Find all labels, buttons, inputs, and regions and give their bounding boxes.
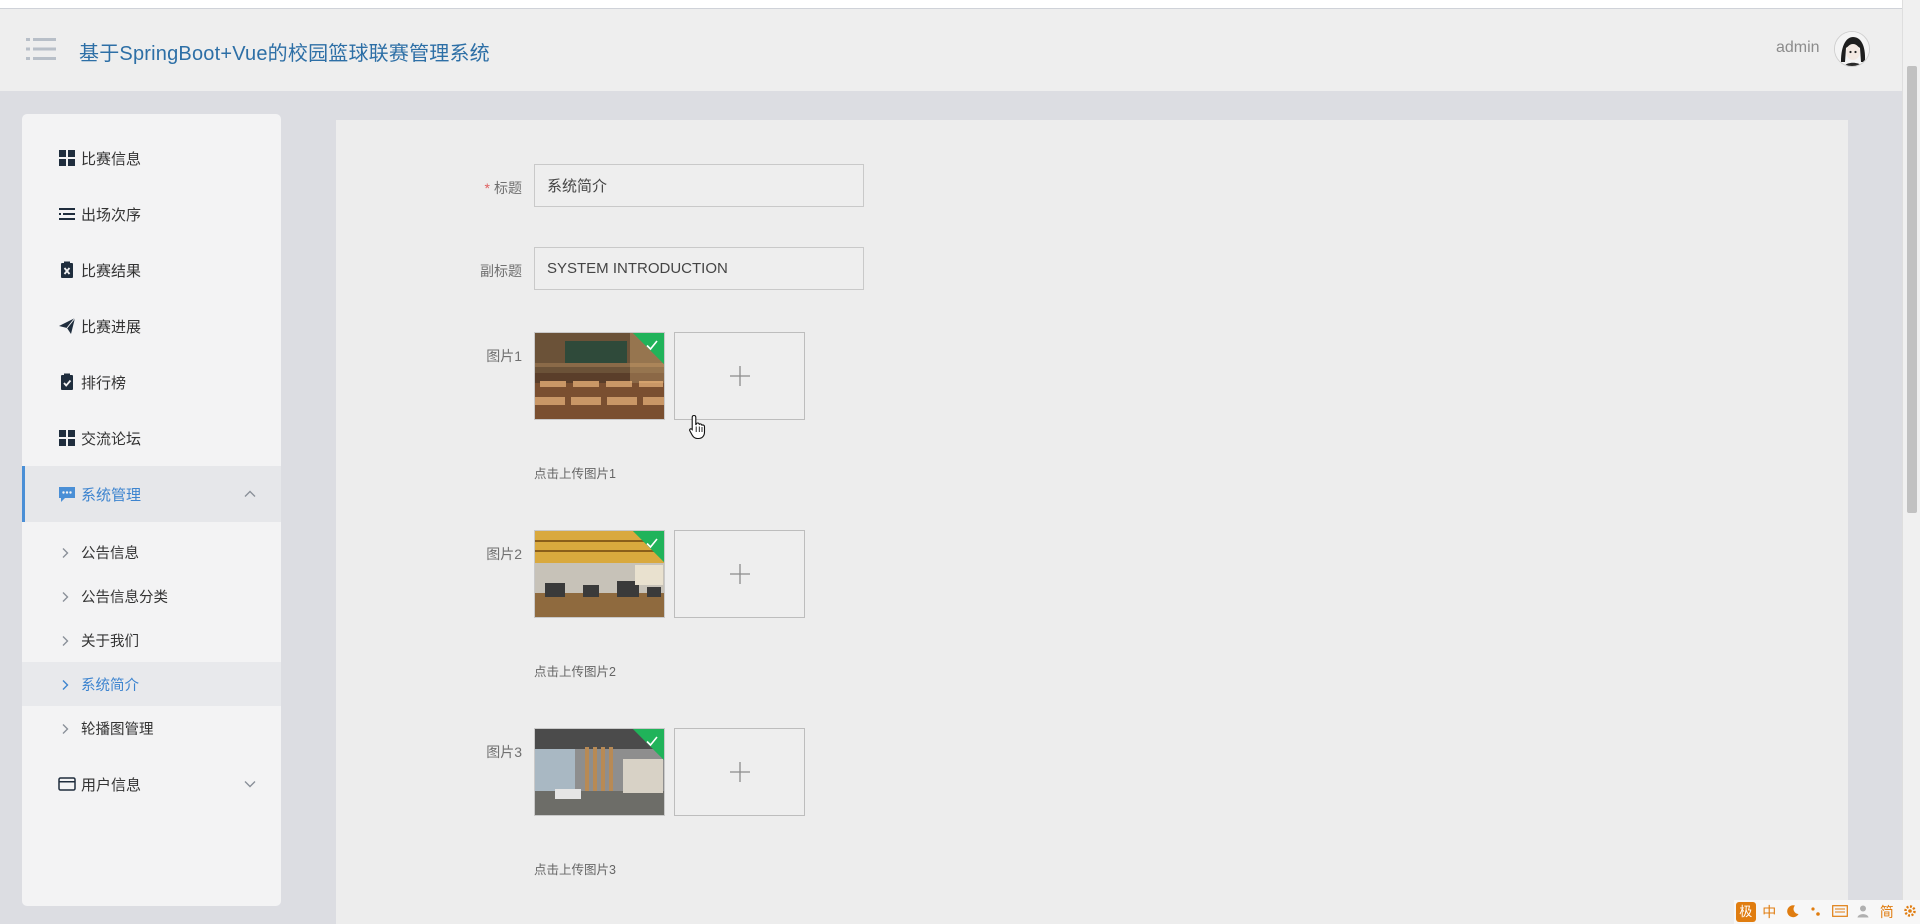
image2-thumbnail[interactable] — [534, 530, 665, 618]
grid-icon — [58, 429, 76, 447]
chevron-right-icon — [59, 678, 71, 690]
user-name[interactable]: admin — [1776, 39, 1820, 57]
check-icon — [644, 337, 660, 353]
sidebar-item-label: 交流论坛 — [81, 430, 142, 448]
sidebar-item-match-result[interactable]: 比赛结果 — [22, 242, 281, 298]
chevron-right-icon — [59, 590, 71, 602]
sidebar-subitem-label: 公告信息 — [81, 545, 139, 562]
subtitle-input[interactable] — [534, 247, 864, 290]
required-marker: * — [484, 180, 490, 196]
image3-label: 图片3 — [486, 744, 522, 760]
main-content: *标题 副标题 图片1 点击上传图片1 图片2 — [336, 120, 1848, 924]
page-scrollbar[interactable] — [1902, 0, 1920, 924]
image2-upload-button[interactable] — [674, 530, 805, 618]
sidebar-item-label: 比赛进展 — [81, 318, 142, 336]
chevron-right-icon — [59, 722, 71, 734]
sidebar-item-label: 用户信息 — [81, 776, 142, 794]
grid-icon — [58, 149, 76, 167]
sidebar-item-label: 系统管理 — [81, 486, 142, 504]
image1-label: 图片1 — [486, 348, 522, 364]
image2-upload-tip: 点击上传图片2 — [534, 665, 616, 679]
sidebar-subitem-carousel[interactable]: 轮播图管理 — [22, 706, 281, 750]
ime-toolbar[interactable]: 极 中 简 — [1734, 900, 1920, 924]
title-label-text: 标题 — [494, 180, 522, 196]
punctuation-icon[interactable] — [1807, 904, 1827, 921]
scrollbar-thumb[interactable] — [1907, 66, 1917, 513]
sidebar-subitem-label: 公告信息分类 — [81, 589, 168, 606]
sidebar-subitem-label: 系统简介 — [81, 677, 139, 694]
sidebar-subitem-system-intro[interactable]: 系统简介 — [22, 662, 281, 706]
top-header: 基于SpringBoot+Vue的校园篮球联赛管理系统 admin — [0, 9, 1902, 91]
hand-cursor-icon — [688, 414, 708, 440]
sidebar-item-progress[interactable]: 比赛进展 — [22, 298, 281, 354]
user-icon[interactable] — [1854, 904, 1874, 921]
image2-label: 图片2 — [486, 546, 522, 562]
ime-logo-icon[interactable]: 极 — [1736, 902, 1756, 922]
moon-icon[interactable] — [1783, 904, 1803, 921]
check-icon — [644, 535, 660, 551]
browser-top-strip — [0, 0, 1920, 9]
image1-upload-tip: 点击上传图片1 — [534, 467, 616, 481]
sidebar: 比赛信息 出场次序 比赛结果 比赛进展 排行榜 交流论坛 系统管理 公告信息 公… — [22, 114, 281, 906]
clipboard-x-icon — [58, 261, 76, 279]
sidebar-item-system-management[interactable]: 系统管理 — [22, 466, 281, 522]
plus-icon — [729, 366, 750, 386]
keyboard-icon[interactable] — [1830, 904, 1850, 920]
chevron-right-icon — [59, 634, 71, 646]
image1-thumbnail[interactable] — [534, 332, 665, 420]
chevron-down-icon — [243, 777, 257, 791]
sidebar-item-user-info[interactable]: 用户信息 — [22, 756, 281, 812]
sidebar-item-label: 比赛信息 — [81, 150, 142, 168]
sidebar-subitem-label: 轮播图管理 — [81, 721, 154, 738]
sidebar-subitem-notice-category[interactable]: 公告信息分类 — [22, 574, 281, 618]
sidebar-item-label: 排行榜 — [81, 374, 127, 392]
list-icon — [58, 205, 76, 223]
sidebar-subitem-notice[interactable]: 公告信息 — [22, 530, 281, 574]
image3-upload-button[interactable] — [674, 728, 805, 816]
plus-icon — [729, 762, 750, 782]
image1-upload-button[interactable] — [674, 332, 805, 420]
ime-mode-simplified[interactable]: 简 — [1877, 902, 1897, 922]
menu-toggle-icon[interactable] — [26, 37, 56, 61]
card-icon — [58, 775, 76, 793]
image3-upload-tip: 点击上传图片3 — [534, 863, 616, 877]
chat-icon — [58, 485, 76, 503]
title-label: * 标题 — [412, 178, 522, 198]
sidebar-subitem-label: 关于我们 — [81, 633, 139, 650]
app-title: 基于SpringBoot+Vue的校园篮球联赛管理系统 — [79, 43, 490, 65]
chevron-up-icon — [243, 487, 257, 501]
plus-icon — [729, 564, 750, 584]
check-icon — [644, 733, 660, 749]
avatar[interactable] — [1834, 31, 1870, 67]
sidebar-item-match-info[interactable]: 比赛信息 — [22, 130, 281, 186]
gear-icon[interactable] — [1901, 904, 1920, 921]
title-input[interactable] — [534, 164, 864, 207]
sidebar-item-forum[interactable]: 交流论坛 — [22, 410, 281, 466]
chevron-right-icon — [59, 546, 71, 558]
paper-plane-icon — [58, 317, 76, 335]
sidebar-item-ranking[interactable]: 排行榜 — [22, 354, 281, 410]
clipboard-check-icon — [58, 373, 76, 391]
sidebar-subitem-about-us[interactable]: 关于我们 — [22, 618, 281, 662]
sidebar-item-order[interactable]: 出场次序 — [22, 186, 281, 242]
sidebar-item-label: 比赛结果 — [81, 262, 142, 280]
image3-thumbnail[interactable] — [534, 728, 665, 816]
ime-mode-chinese[interactable]: 中 — [1760, 902, 1780, 922]
subtitle-label: 副标题 — [480, 263, 522, 279]
sidebar-item-label: 出场次序 — [81, 206, 142, 224]
